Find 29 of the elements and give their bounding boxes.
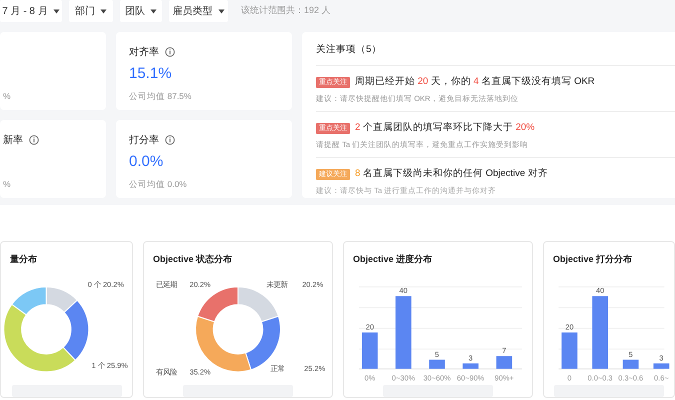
company-average: 公司均值 0.0%	[129, 178, 187, 191]
alert-title: 8 名直属下级尚未和你的任何 Objective 对齐	[355, 166, 548, 181]
metric-value: 0.0%	[129, 153, 164, 170]
filter-dropdown[interactable]: 7 月 - 8 月	[0, 0, 62, 22]
info-icon	[165, 135, 175, 145]
chart-title: 量分布	[10, 253, 37, 266]
scope-text: 该统计范围共：192 人	[241, 4, 331, 18]
company-average: %	[3, 178, 11, 191]
metric-title: 新率	[3, 134, 23, 148]
filter-dropdown[interactable]: 团队	[120, 0, 162, 22]
filter-dropdown[interactable]: 雇员类型	[169, 0, 228, 22]
chart-title: Objective 进度分布	[353, 253, 432, 266]
caret-icon	[218, 8, 224, 14]
alert-title: 2 个直属团队的填写率环比下降大于 20%	[355, 120, 535, 135]
alert-title: 周期已经开始 20 天，你的 4 名直属下级没有填写 OKR	[355, 74, 595, 89]
chart-title: Objective 状态分布	[153, 253, 232, 266]
info-icon	[29, 135, 39, 145]
metric-title: 打分率	[129, 134, 159, 148]
caret-icon	[150, 8, 157, 14]
chart-title: Objective 打分分布	[553, 253, 632, 266]
caret-icon	[52, 8, 60, 14]
caret-icon	[100, 8, 107, 14]
metric-title: 对齐率	[129, 46, 159, 60]
company-average: 公司均值 87.5%	[129, 90, 192, 103]
info-icon	[165, 47, 175, 57]
company-average: %	[3, 90, 11, 103]
panel-title: 关注事项（5）	[316, 32, 675, 66]
filter-dropdown[interactable]: 部门	[69, 0, 113, 22]
metric-value: 15.1%	[129, 65, 172, 82]
